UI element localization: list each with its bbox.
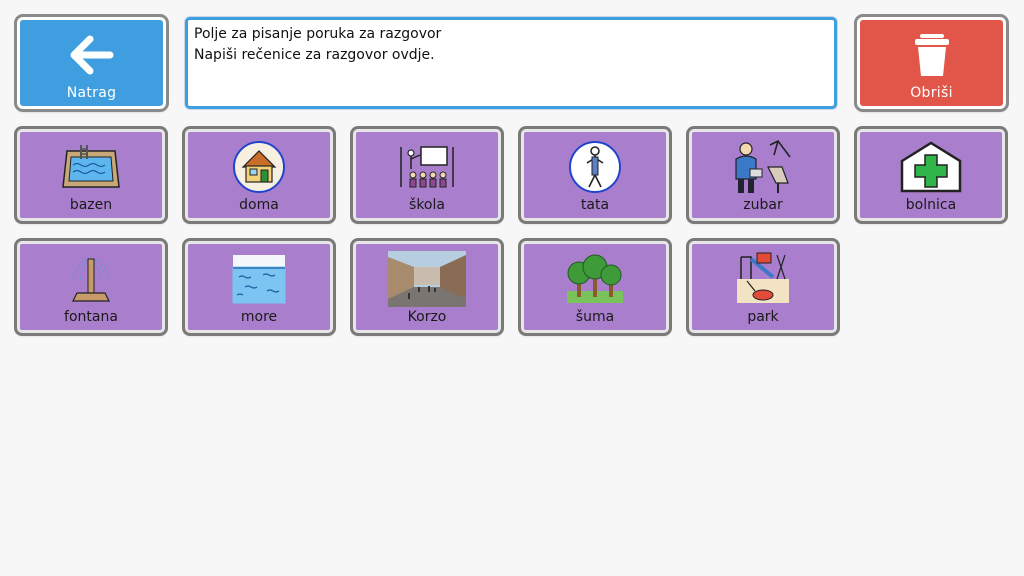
tile-label: bazen (69, 197, 113, 213)
forest-icon (524, 250, 666, 308)
tile-label: zubar (743, 197, 783, 213)
tile-label: bolnica (905, 197, 957, 213)
clear-button-label: Obriši (910, 85, 953, 101)
tile-bazen[interactable]: bazen (17, 129, 165, 221)
street-photo-icon (356, 250, 498, 308)
clear-button[interactable]: Obriši (857, 17, 1006, 109)
tile-label: fontana (64, 309, 118, 325)
father-person-icon (524, 138, 666, 196)
tile-park[interactable]: park (689, 241, 837, 333)
tile-zubar[interactable]: zubar (689, 129, 837, 221)
playground-park-icon (692, 250, 834, 308)
tile-more[interactable]: more (185, 241, 333, 333)
tile-korzo[interactable]: Korzo (353, 241, 501, 333)
message-line-2: Napiši rečenice za razgovor ovdje. (194, 47, 435, 63)
dentist-icon (692, 138, 834, 196)
trash-icon (860, 32, 1003, 78)
fountain-icon (20, 250, 162, 308)
tile-label: Korzo (407, 309, 447, 325)
tile-label: škola (409, 197, 445, 213)
tile-label: more (240, 309, 278, 325)
tile-label: doma (239, 197, 279, 213)
message-field[interactable]: Polje za pisanje poruka za razgovor Napi… (185, 17, 837, 109)
tile-doma[interactable]: doma (185, 129, 333, 221)
tile-tata[interactable]: tata (521, 129, 669, 221)
house-icon (188, 138, 330, 196)
tile-label: tata (580, 197, 610, 213)
arrow-left-icon (20, 32, 163, 78)
tile-bolnica[interactable]: bolnica (857, 129, 1005, 221)
back-button[interactable]: Natrag (17, 17, 166, 109)
tile-label: park (747, 309, 779, 325)
school-classroom-icon (356, 138, 498, 196)
tile-fontana[interactable]: fontana (17, 241, 165, 333)
swimming-pool-icon (20, 138, 162, 196)
tile-label: šuma (575, 309, 615, 325)
hospital-icon (860, 138, 1002, 196)
message-line-1: Polje za pisanje poruka za razgovor (194, 26, 442, 42)
tile-skola[interactable]: škola (353, 129, 501, 221)
tile-suma[interactable]: šuma (521, 241, 669, 333)
sea-icon (188, 250, 330, 308)
back-button-label: Natrag (66, 85, 117, 101)
